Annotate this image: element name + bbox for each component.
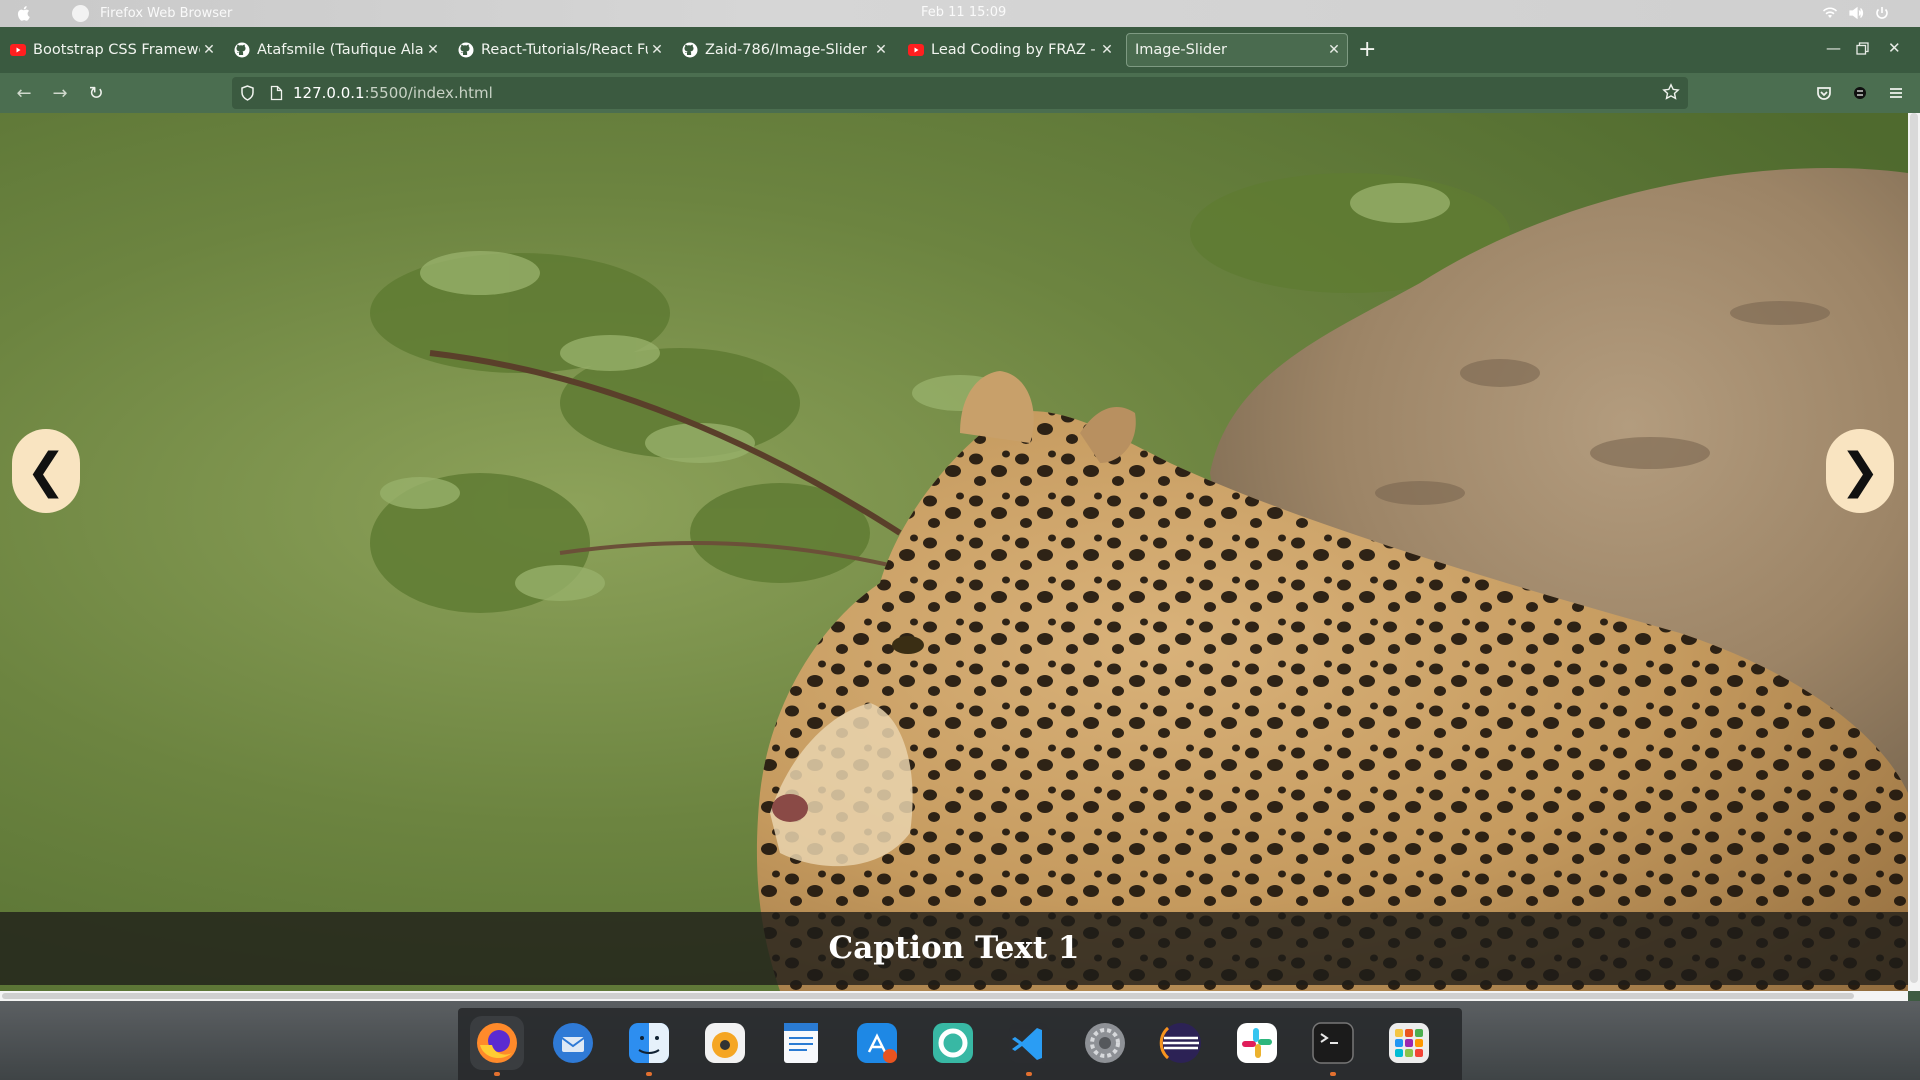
navigation-toolbar: ← → ↻ 127.0.0.1:5500/index.html — [0, 73, 1920, 113]
tab-strip: Bootstrap CSS Framewor ✕ Atafsmile (Tauf… — [0, 27, 1920, 73]
tab-image-slider[interactable]: Image-Slider ✕ — [1126, 33, 1348, 67]
github-icon — [458, 42, 474, 58]
github-icon — [234, 42, 250, 58]
finder-dock-icon[interactable] — [622, 1016, 676, 1076]
horizontal-scroll-thumb[interactable] — [2, 993, 1854, 999]
settings-dock-icon[interactable] — [1078, 1016, 1132, 1070]
tab-label: React-Tutorials/React Fun — [481, 42, 648, 58]
youtube-icon — [10, 42, 26, 58]
hamburger-menu-icon[interactable] — [1884, 81, 1908, 105]
tab-label: Lead Coding by FRAZ - Yo — [931, 42, 1098, 58]
power-icon[interactable] — [1874, 5, 1890, 21]
extension-icon[interactable] — [1848, 81, 1872, 105]
system-tray[interactable] — [1822, 5, 1890, 21]
system-top-bar: Firefox Web Browser Feb 11 15:09 — [0, 0, 1920, 27]
shield-icon[interactable] — [240, 85, 255, 101]
terminal-dock-icon[interactable] — [1306, 1016, 1360, 1076]
next-slide-button[interactable]: ❯ — [1826, 429, 1894, 513]
wifi-icon[interactable] — [1822, 5, 1838, 21]
tab-react-tutorials[interactable]: React-Tutorials/React Fun ✕ — [448, 33, 666, 67]
restore-button[interactable] — [1856, 42, 1869, 55]
vertical-scrollbar[interactable] — [1908, 113, 1920, 991]
app-grid-dock-icon[interactable] — [1382, 1016, 1436, 1070]
clock[interactable]: Feb 11 15:09 — [921, 5, 1006, 20]
tab-lead-coding[interactable]: Lead Coding by FRAZ - Yo ✕ — [898, 33, 1116, 67]
forward-button[interactable]: → — [48, 81, 72, 105]
slide-image — [0, 113, 1908, 991]
page-viewport: ❮ ❯ Caption Text 1 — [0, 113, 1908, 991]
tab-atafsmile[interactable]: Atafsmile (Taufique Alam ✕ — [224, 33, 442, 67]
new-tab-button[interactable]: + — [1358, 37, 1376, 62]
close-tab-icon[interactable]: ✕ — [1098, 42, 1116, 58]
eclipse-dock-icon[interactable] — [1154, 1016, 1208, 1070]
tab-label: Bootstrap CSS Framewor — [33, 42, 200, 58]
tab-label: Atafsmile (Taufique Alam — [257, 42, 424, 58]
slide-caption: Caption Text 1 — [828, 930, 1080, 966]
tab-bootstrap[interactable]: Bootstrap CSS Framewor ✕ — [0, 33, 218, 67]
firefox-app-icon — [72, 5, 89, 22]
url-path: :5500/index.html — [364, 84, 493, 102]
tab-image-slider-repo[interactable]: Zaid-786/Image-Slider ✕ — [672, 33, 890, 67]
github-icon — [682, 42, 698, 58]
tab-label: Image-Slider — [1135, 42, 1227, 58]
thunderbird-dock-icon[interactable] — [546, 1016, 600, 1070]
volume-icon[interactable] — [1848, 5, 1864, 21]
active-app-name[interactable]: Firefox Web Browser — [100, 6, 232, 21]
close-tab-icon[interactable]: ✕ — [648, 42, 666, 58]
tab-label: Zaid-786/Image-Slider — [705, 42, 867, 58]
apple-logo-icon[interactable] — [15, 4, 33, 22]
pocket-icon[interactable] — [1812, 81, 1836, 105]
rhythmbox-dock-icon[interactable] — [698, 1016, 752, 1070]
url-text[interactable]: 127.0.0.1:5500/index.html — [293, 84, 493, 102]
url-host: 127.0.0.1 — [293, 84, 365, 102]
help-dock-icon[interactable] — [926, 1016, 980, 1070]
dock — [458, 1008, 1462, 1080]
app-store-dock-icon[interactable] — [850, 1016, 904, 1070]
reload-button[interactable]: ↻ — [84, 81, 108, 105]
horizontal-scrollbar[interactable] — [0, 991, 1908, 1001]
caption-bar: Caption Text 1 — [0, 912, 1908, 985]
vscode-dock-icon[interactable] — [1002, 1016, 1056, 1076]
page-icon[interactable] — [270, 85, 283, 101]
writer-dock-icon[interactable] — [774, 1016, 828, 1070]
close-window-button[interactable]: ✕ — [1888, 39, 1901, 57]
minimize-button[interactable]: — — [1826, 39, 1841, 57]
close-tab-icon[interactable]: ✕ — [1325, 42, 1343, 58]
prev-slide-button[interactable]: ❮ — [12, 429, 80, 513]
firefox-window: Bootstrap CSS Framewor ✕ Atafsmile (Tauf… — [0, 27, 1920, 1001]
bookmark-star-icon[interactable] — [1662, 83, 1680, 101]
address-bar[interactable]: 127.0.0.1:5500/index.html — [232, 77, 1688, 109]
back-button[interactable]: ← — [12, 81, 36, 105]
youtube-icon — [908, 42, 924, 58]
slack-dock-icon[interactable] — [1230, 1016, 1284, 1070]
close-tab-icon[interactable]: ✕ — [424, 42, 442, 58]
close-tab-icon[interactable]: ✕ — [200, 42, 218, 58]
close-tab-icon[interactable]: ✕ — [872, 42, 890, 58]
vertical-scroll-thumb[interactable] — [1910, 113, 1918, 983]
firefox-dock-icon[interactable] — [470, 1016, 524, 1076]
